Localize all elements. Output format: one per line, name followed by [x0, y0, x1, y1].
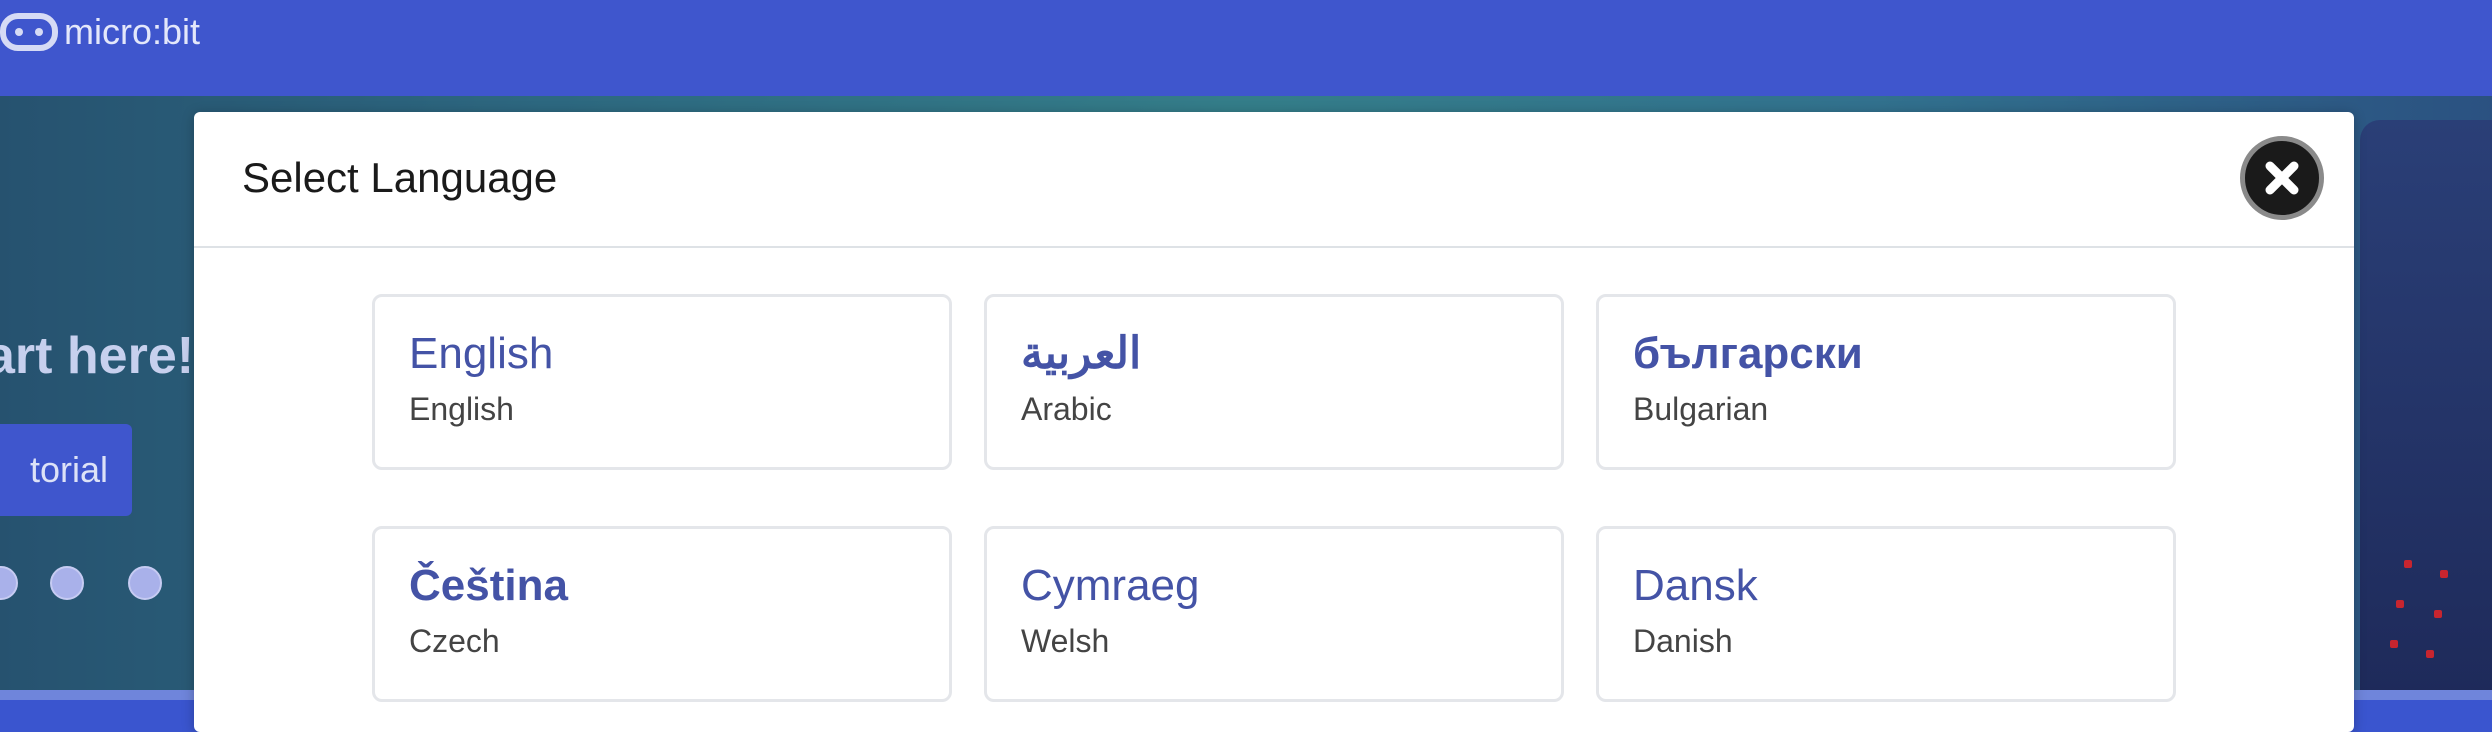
- language-option-arabic[interactable]: العربية Arabic: [984, 294, 1564, 470]
- carousel-dot[interactable]: [50, 566, 84, 600]
- dialog-title: Select Language: [242, 154, 558, 201]
- language-option-bulgarian[interactable]: български Bulgarian: [1596, 294, 2176, 470]
- microbit-logo-icon: [0, 13, 58, 51]
- carousel-dot[interactable]: [128, 566, 162, 600]
- close-button[interactable]: [2240, 136, 2324, 220]
- language-native-name: Cymraeg: [1021, 561, 1200, 610]
- select-language-dialog: Select Language English English العربية …: [194, 112, 2354, 732]
- language-native-name: العربية: [1021, 329, 1142, 378]
- tutorial-button-label: torial: [29, 449, 108, 490]
- language-option-czech[interactable]: Čeština Czech: [372, 526, 952, 702]
- language-english-name: Bulgarian: [1633, 391, 1769, 427]
- microbit-logo[interactable]: micro:bit: [0, 11, 201, 52]
- logo-text: micro:bit: [64, 11, 201, 52]
- language-option-danish[interactable]: Dansk Danish: [1596, 526, 2176, 702]
- language-native-name: English: [409, 329, 554, 378]
- language-english-name: Arabic: [1021, 391, 1112, 427]
- hero-heading: art here!: [0, 327, 195, 385]
- language-option-english[interactable]: English English: [372, 294, 952, 470]
- language-native-name: български: [1633, 329, 1863, 378]
- close-icon: [2265, 161, 2299, 195]
- tutorial-button[interactable]: torial: [0, 424, 132, 516]
- language-native-name: Čeština: [409, 561, 568, 610]
- language-english-name: Welsh: [1021, 623, 1110, 659]
- language-english-name: Danish: [1633, 623, 1733, 659]
- microbit-device-image: [2360, 120, 2492, 700]
- language-grid: English English العربية Arabic български…: [372, 294, 2176, 702]
- language-english-name: English: [409, 391, 514, 427]
- language-english-name: Czech: [409, 623, 500, 659]
- dialog-header: Select Language: [194, 112, 2354, 248]
- top-header-bar: micro:bit: [0, 0, 2492, 96]
- language-option-welsh[interactable]: Cymraeg Welsh: [984, 526, 1564, 702]
- language-native-name: Dansk: [1633, 561, 1758, 610]
